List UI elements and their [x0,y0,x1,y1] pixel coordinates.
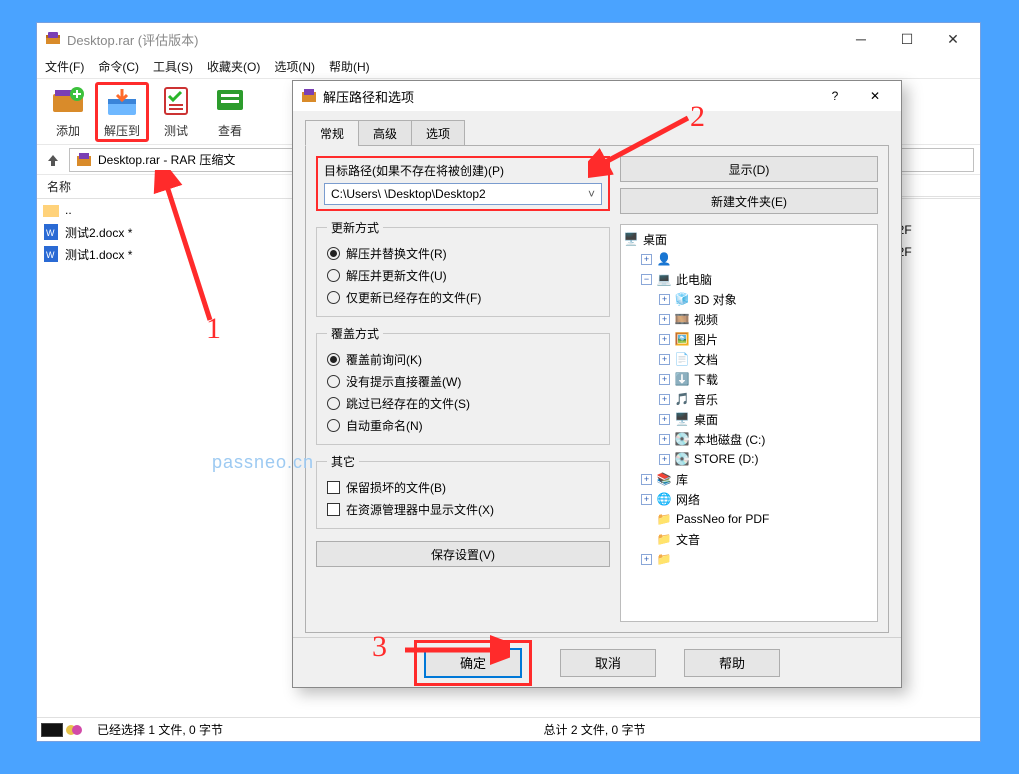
3d-icon: 🧊 [674,291,690,307]
svg-text:W: W [46,228,55,238]
toolbar-view[interactable]: 查看 [203,82,257,142]
svg-text:W: W [46,250,55,260]
radio-update-existing[interactable]: 仅更新已经存在的文件(F) [327,286,599,308]
tab-options[interactable]: 选项 [411,120,465,146]
menu-command[interactable]: 命令(C) [98,58,139,75]
user-icon: 👤 [656,251,672,267]
help-button[interactable]: 帮助 [684,649,780,677]
overwrite-mode-group: 覆盖方式 覆盖前询问(K) 没有提示直接覆盖(W) 跳过已经存在的文件(S) 自… [316,325,610,445]
annotation-arrow-2 [588,108,698,178]
radio-extract-replace[interactable]: 解压并替换文件(R) [327,242,599,264]
toolbar-add[interactable]: 添加 [41,82,95,142]
docx-icon: W [43,224,59,240]
library-icon: 📚 [656,471,672,487]
tab-advanced[interactable]: 高级 [358,120,412,146]
window-title: Desktop.rar (评估版本) [61,30,838,49]
close-button[interactable]: ✕ [930,24,976,54]
status-icons [37,719,91,741]
check-show-explorer[interactable]: 在资源管理器中显示文件(X) [327,498,599,520]
status-left: 已经选择 1 文件, 0 字节 [37,721,534,738]
menubar: 文件(F) 命令(C) 工具(S) 收藏夹(O) 选项(N) 帮助(H) [37,55,980,79]
cancel-button[interactable]: 取消 [560,649,656,677]
menu-tools[interactable]: 工具(S) [153,58,193,75]
statusbar: 已经选择 1 文件, 0 字节 总计 2 文件, 0 字节 [37,717,980,741]
update-mode-group: 更新方式 解压并替换文件(R) 解压并更新文件(U) 仅更新已经存在的文件(F) [316,219,610,317]
radio-no-prompt[interactable]: 没有提示直接覆盖(W) [327,370,599,392]
collapse-icon[interactable]: − [641,274,652,285]
new-folder-button[interactable]: 新建文件夹(E) [620,188,878,214]
progress-icon [41,723,63,737]
chevron-down-icon[interactable]: ˅ [588,187,595,201]
test-icon [159,84,193,118]
radio-auto-rename[interactable]: 自动重命名(N) [327,414,599,436]
tab-general[interactable]: 常规 [305,120,359,146]
dialog-help-button[interactable]: ? [815,82,855,110]
titlebar: Desktop.rar (评估版本) ─ ☐ ✕ [37,23,980,55]
dialog-titlebar: 解压路径和选项 ? ✕ [293,81,901,111]
toolbar-extract-to[interactable]: 解压到 [95,82,149,142]
pictures-icon: 🖼️ [674,331,690,347]
watermark: passneo.cn [212,452,314,473]
music-icon: 🎵 [674,391,690,407]
minimize-button[interactable]: ─ [838,24,884,54]
desktop-icon: 🖥️ [623,231,639,247]
dialog-close-button[interactable]: ✕ [855,82,895,110]
app-icon [45,31,61,47]
dialog-title: 解压路径和选项 [317,87,815,106]
maximize-button[interactable]: ☐ [884,24,930,54]
view-icon [213,84,247,118]
annotation-label-1: 1 [206,312,221,346]
other-group: 其它 保留损坏的文件(B) 在资源管理器中显示文件(X) [316,453,610,529]
desktop-icon: 🖥️ [674,411,690,427]
up-arrow-icon [46,153,60,167]
archive-icon [76,152,92,168]
extract-icon [105,85,139,118]
pc-icon: 💻 [656,271,672,287]
destination-path-input[interactable]: C:\Users\ \Desktop\Desktop2 ˅ [324,183,602,205]
destination-path-block: 目标路径(如果不存在将被创建)(P) C:\Users\ \Desktop\De… [316,156,610,211]
disk-icon: 💽 [674,451,690,467]
annotation-arrow-1 [150,170,230,330]
save-settings-button[interactable]: 保存设置(V) [316,541,610,567]
menu-file[interactable]: 文件(F) [45,58,84,75]
docx-icon: W [43,246,59,262]
folder-icon: 📁 [656,531,672,547]
lock-status-icon [65,723,83,737]
radio-extract-update[interactable]: 解压并更新文件(U) [327,264,599,286]
toolbar-test[interactable]: 测试 [149,82,203,142]
folder-icon: 📁 [656,511,672,527]
disk-icon: 💽 [674,431,690,447]
add-icon [51,84,85,118]
destination-path-label: 目标路径(如果不存在将被创建)(P) [324,162,602,179]
annotation-arrow-3 [400,630,510,670]
status-right: 总计 2 文件, 0 字节 [534,721,981,738]
annotation-label-2: 2 [690,100,705,134]
documents-icon: 📄 [674,351,690,367]
menu-help[interactable]: 帮助(H) [329,58,370,75]
check-keep-broken[interactable]: 保留损坏的文件(B) [327,476,599,498]
radio-skip-existing[interactable]: 跳过已经存在的文件(S) [327,392,599,414]
menu-options[interactable]: 选项(N) [274,58,315,75]
dialog-right-pane: 显示(D) 新建文件夹(E) 🖥️桌面 +👤 −💻此电脑 +🧊3D 对象 +🎞️… [620,156,878,622]
dialog-left-pane: 目标路径(如果不存在将被创建)(P) C:\Users\ \Desktop\De… [316,156,610,622]
menu-fav[interactable]: 收藏夹(O) [207,58,260,75]
folder-icon: 📁 [656,551,672,567]
folder-tree[interactable]: 🖥️桌面 +👤 −💻此电脑 +🧊3D 对象 +🎞️视频 +🖼️图片 +📄文档 +… [620,224,878,622]
download-icon: ⬇️ [674,371,690,387]
expand-icon[interactable]: + [641,254,652,265]
annotation-label-3: 3 [372,630,387,664]
network-icon: 🌐 [656,491,672,507]
up-button[interactable] [43,150,63,170]
video-icon: 🎞️ [674,311,690,327]
radio-ask-before[interactable]: 覆盖前询问(K) [327,348,599,370]
dialog-icon [301,88,317,104]
folder-up-icon [43,202,59,218]
